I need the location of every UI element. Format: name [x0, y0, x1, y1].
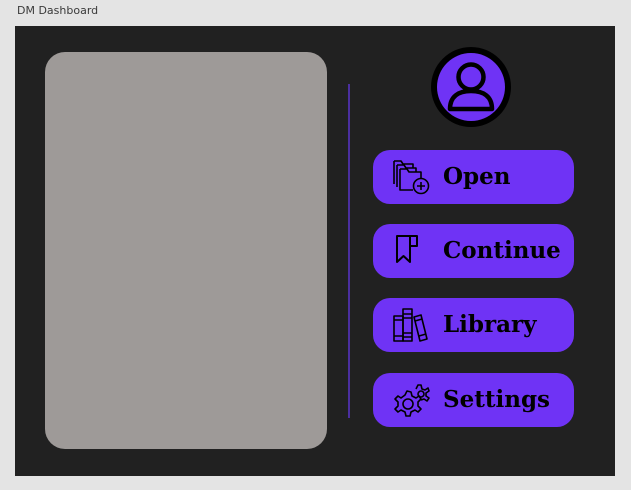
settings-button[interactable]: Settings	[373, 373, 574, 427]
books-icon	[391, 306, 431, 344]
bookmark-icon	[391, 232, 431, 270]
settings-button-label: Settings	[443, 386, 550, 413]
open-button[interactable]: Open	[373, 150, 574, 204]
folder-add-icon	[391, 158, 431, 196]
continue-button-label: Continue	[443, 237, 561, 264]
user-avatar-icon	[437, 53, 505, 121]
profile-avatar[interactable]	[431, 47, 511, 127]
library-button[interactable]: Library	[373, 298, 574, 352]
vertical-divider	[348, 84, 350, 418]
open-button-label: Open	[443, 163, 511, 190]
gears-icon	[391, 381, 431, 419]
window-title: DM Dashboard	[17, 4, 99, 17]
preview-panel	[45, 52, 327, 449]
continue-button[interactable]: Continue	[373, 224, 574, 278]
dashboard-canvas: Open Continue Library Settings	[15, 26, 615, 476]
library-button-label: Library	[443, 311, 537, 338]
